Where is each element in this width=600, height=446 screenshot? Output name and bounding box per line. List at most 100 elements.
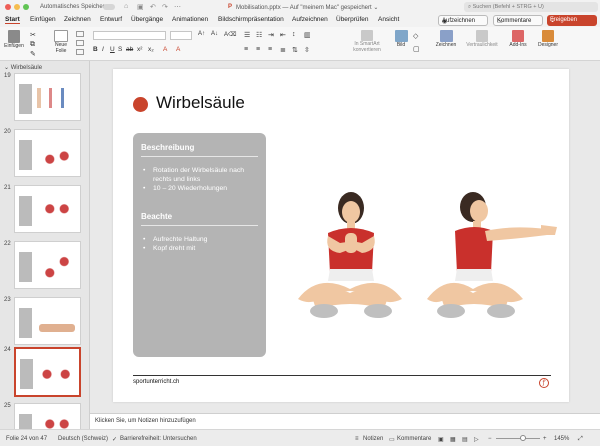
tab-entwurf[interactable]: Entwurf	[100, 16, 122, 23]
comments-button[interactable]: ▭ Kommentare	[493, 15, 543, 26]
slide-thumbnail[interactable]	[14, 129, 81, 177]
tab-ansicht[interactable]: Ansicht	[378, 16, 399, 23]
close-window-icon[interactable]	[5, 4, 11, 10]
align-left-icon[interactable]: ≡	[244, 46, 248, 53]
section-icon[interactable]	[76, 49, 84, 55]
slide-thumbnail-panel: ⌄ Wirbelsäule 19 20 21 22 23 24 25	[0, 61, 90, 429]
slide-thumbnail[interactable]	[14, 403, 81, 429]
textbox-icon[interactable]: ▢	[413, 45, 420, 53]
text-highlight-icon[interactable]: A	[163, 46, 167, 53]
document-title[interactable]: Mobilisation.pptx — Auf "meinem Mac" ges…	[236, 4, 378, 11]
font-size-select[interactable]	[170, 31, 192, 40]
tab-animationen[interactable]: Animationen	[172, 16, 208, 23]
title-bar: Automatisches Speichern ⌂ ▣ ↶ ↷ ⋯ P Mobi…	[0, 0, 600, 14]
align-right-icon[interactable]: ≡	[268, 46, 272, 53]
line-spacing-icon[interactable]: ↕	[292, 31, 296, 38]
slide-title[interactable]: Wirbelsäule	[156, 93, 245, 113]
font-family-select[interactable]	[93, 31, 166, 40]
strikethrough-icon[interactable]: ab	[126, 46, 133, 53]
clear-format-icon[interactable]: A⌫	[224, 31, 237, 38]
slide[interactable]: Wirbelsäule Beschreibung • Rotation der W…	[113, 69, 569, 402]
notes-toggle[interactable]: Notizen	[363, 436, 383, 442]
draw-button[interactable]: Zeichnen	[433, 30, 459, 48]
justify-icon[interactable]: ≣	[280, 46, 286, 54]
slide-editor-canvas[interactable]: Wirbelsäule Beschreibung • Rotation der W…	[90, 61, 600, 413]
slide-thumbnail[interactable]	[14, 185, 81, 233]
slide-thumbnail[interactable]	[14, 73, 81, 121]
zoom-out-icon[interactable]: −	[488, 436, 492, 442]
tab-bildschirmpraesentation[interactable]: Bildschirmpräsentation	[218, 16, 284, 23]
more-icon[interactable]: ⋯	[174, 3, 181, 11]
cut-icon[interactable]: ✂	[30, 31, 36, 39]
tab-start[interactable]: Start	[5, 16, 20, 24]
shadow-icon[interactable]: S	[118, 46, 122, 53]
slide-sorter-icon[interactable]: ▦	[450, 436, 456, 443]
designer-button[interactable]: Designer	[536, 30, 560, 48]
minimize-window-icon[interactable]	[14, 4, 20, 10]
slide-thumbnail[interactable]	[14, 241, 81, 289]
notes-icon[interactable]: ≡	[355, 436, 359, 442]
copy-icon[interactable]: ⧉	[30, 41, 35, 49]
decrease-font-icon[interactable]: A↓	[211, 31, 218, 37]
footer-text[interactable]: sportunterricht.ch	[133, 379, 179, 385]
picture-button[interactable]: Bild	[392, 30, 410, 48]
reading-view-icon[interactable]: ▤	[462, 436, 468, 443]
share-button[interactable]: ⇪ Freigeben ⌄	[547, 15, 597, 26]
thumbnail-textbox	[19, 414, 32, 429]
section-header[interactable]: ⌄ Wirbelsäule	[4, 64, 42, 71]
indent-icon[interactable]: ⇥	[268, 31, 274, 39]
align-text-icon[interactable]: ⇳	[304, 46, 310, 54]
smartart-button[interactable]: In SmartArt konvertieren	[347, 30, 387, 53]
format-painter-icon[interactable]: ✎	[30, 50, 36, 58]
zoom-slider[interactable]	[496, 438, 540, 439]
language-indicator[interactable]: Deutsch (Schweiz)	[58, 436, 108, 442]
redo-icon[interactable]: ↷	[162, 3, 168, 11]
bold-icon[interactable]: B	[93, 46, 98, 53]
record-button[interactable]: ◉ Aufzeichnen	[438, 15, 488, 26]
search-field[interactable]: ⌕ Suchen (Befehl + STRG + U)	[464, 2, 598, 12]
accessibility-icon[interactable]: ✓	[112, 436, 117, 443]
tab-uebergaenge[interactable]: Übergänge	[131, 16, 163, 23]
zoom-in-icon[interactable]: +	[543, 436, 547, 442]
zoom-level[interactable]: 145%	[554, 436, 569, 442]
addins-button[interactable]: Add-Ins	[507, 30, 529, 48]
autosave-toggle[interactable]	[103, 4, 115, 10]
italic-icon[interactable]: I	[102, 46, 104, 53]
tab-einfuegen[interactable]: Einfügen	[30, 16, 56, 23]
home-icon[interactable]: ⌂	[124, 3, 128, 10]
font-color-icon[interactable]: A	[176, 46, 180, 53]
tab-zeichnen[interactable]: Zeichnen	[64, 16, 91, 23]
tab-ueberpruefen[interactable]: Überprüfen	[336, 16, 369, 23]
align-center-icon[interactable]: ≡	[256, 46, 260, 53]
maximize-window-icon[interactable]	[23, 4, 29, 10]
tab-aufzeichnen[interactable]: Aufzeichnen	[292, 16, 328, 23]
underline-icon[interactable]: U	[110, 46, 115, 53]
layout-icon[interactable]	[76, 31, 84, 37]
new-slide-button[interactable]: Neue Folie	[50, 30, 72, 54]
comments-toggle[interactable]: Kommentare	[397, 436, 431, 442]
shapes-icon[interactable]: ◇	[413, 32, 418, 40]
sensitivity-button[interactable]: Vertraulichkeit	[463, 30, 501, 48]
paste-button[interactable]: Einfügen	[3, 30, 25, 49]
description-panel[interactable]: Beschreibung • Rotation der Wirbelsäule n…	[133, 133, 266, 357]
columns-icon[interactable]: ▥	[304, 31, 311, 39]
slide-thumbnail[interactable]	[14, 297, 81, 345]
comments-icon[interactable]: ▭	[389, 436, 395, 443]
undo-icon[interactable]: ↶	[150, 3, 156, 11]
slide-thumbnail-selected[interactable]	[14, 347, 81, 397]
slideshow-icon[interactable]: ▷	[474, 436, 479, 443]
subscript-icon[interactable]: x₂	[148, 46, 154, 53]
numbering-icon[interactable]: ☷	[256, 31, 262, 39]
save-icon[interactable]: ▣	[137, 3, 144, 11]
bullets-icon[interactable]: ☰	[244, 31, 250, 39]
superscript-icon[interactable]: x²	[137, 46, 142, 53]
fit-slide-icon[interactable]: ⤢	[578, 436, 583, 443]
reset-icon[interactable]	[76, 40, 84, 46]
outdent-icon[interactable]: ⇤	[280, 31, 286, 39]
notes-pane[interactable]: Klicken Sie, um Notizen hinzuzufügen	[90, 413, 600, 429]
increase-font-icon[interactable]: A↑	[198, 31, 205, 37]
zoom-slider-handle[interactable]	[520, 435, 526, 441]
normal-view-icon[interactable]: ▣	[438, 436, 444, 443]
text-direction-icon[interactable]: ⇅	[292, 46, 298, 54]
accessibility-status[interactable]: Barrierefreiheit: Untersuchen	[120, 436, 197, 442]
